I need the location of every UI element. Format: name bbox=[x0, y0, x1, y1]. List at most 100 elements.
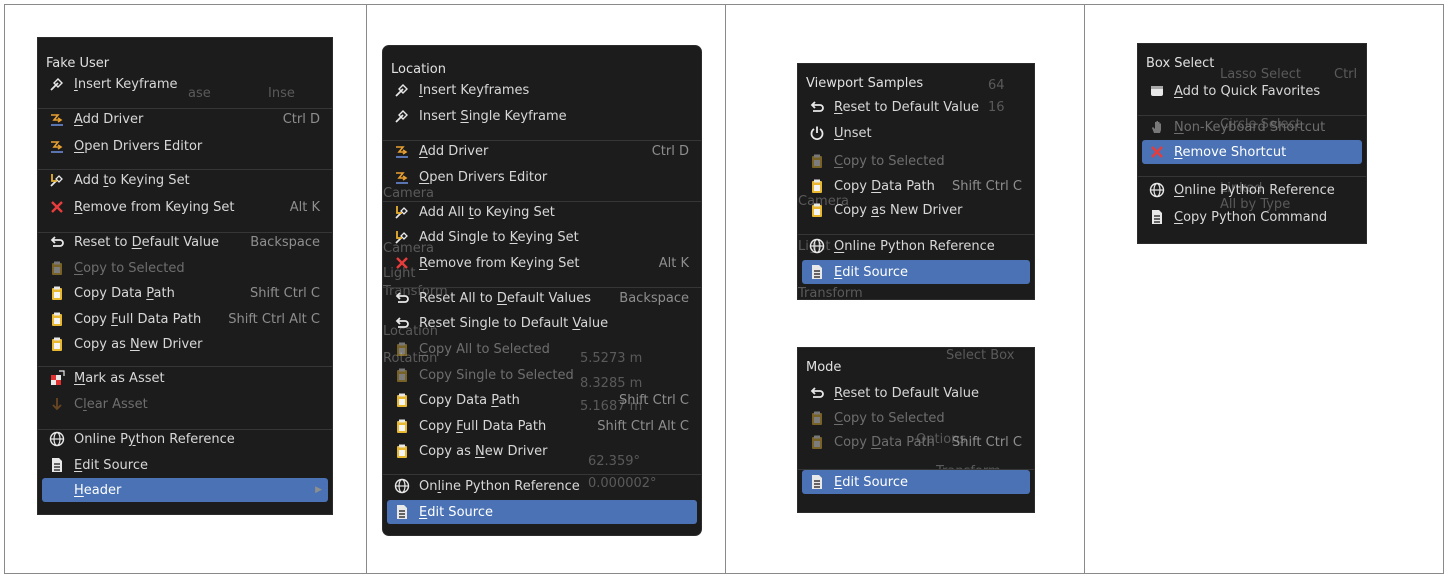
menu-item-open-drivers-editor[interactable]: Open Drivers Editor bbox=[387, 165, 697, 189]
menu-item-copy-to-selected[interactable]: Copy to Selected bbox=[802, 149, 1030, 173]
label-text: Copy as bbox=[74, 336, 130, 352]
menu-item-label: Online Python Reference bbox=[834, 239, 1030, 254]
shortcut-hint: Shift Ctrl C bbox=[618, 392, 689, 408]
label-text: ath bbox=[498, 392, 520, 408]
menu-item-reset-to-default-value[interactable]: Reset to Default Value Backspace bbox=[42, 230, 328, 254]
menu-item-open-drivers-editor[interactable]: Open Drivers Editor bbox=[42, 134, 328, 158]
menu-item-copy-as-new-driver[interactable]: Copy as New Driver bbox=[387, 439, 697, 463]
menu-item-mark-as-asset[interactable]: Mark as Asset bbox=[42, 366, 328, 390]
menu-item-label: Copy as New Driver bbox=[419, 444, 697, 459]
menu-item-add-driver[interactable]: Add Driver Ctrl D bbox=[42, 107, 328, 131]
clipboard-icon bbox=[48, 311, 66, 327]
menu-item-remove-from-keying-set[interactable]: Remove from Keying Set Alt K bbox=[42, 195, 328, 219]
menu-item-remove-from-keying-set[interactable]: Remove from Keying Set Alt K bbox=[387, 251, 697, 275]
label-text: Copy bbox=[419, 418, 457, 434]
menu-item-label: Reset to Default Value bbox=[74, 235, 250, 250]
menu-item-reset-single-to-default-value[interactable]: Reset Single to Default Value bbox=[387, 311, 697, 335]
menu-item-label: Online Python Reference bbox=[419, 479, 697, 494]
menu-item-insert-keyframe[interactable]: Insert Keyframe bbox=[42, 72, 328, 96]
shortcut-hint: Backspace bbox=[619, 290, 689, 306]
clipboard-icon bbox=[393, 341, 411, 357]
menu-item-label: Copy Data Path bbox=[834, 435, 952, 450]
label-mnemonic: O bbox=[419, 169, 430, 185]
menu-item-copy-full-data-path[interactable]: Copy Full Data Path Shift Ctrl Alt C bbox=[42, 307, 328, 331]
label-mnemonic: N bbox=[1174, 119, 1184, 135]
label-text: ew Driver bbox=[484, 443, 548, 459]
label-text: ull Data Path bbox=[117, 311, 202, 327]
menu-item-label: Edit Source bbox=[419, 505, 697, 520]
menu-item-copy-single-to-selected[interactable]: Copy Single to Selected bbox=[387, 363, 697, 387]
label-mnemonic: C bbox=[419, 341, 429, 357]
shortcut-hint: Shift Ctrl Alt C bbox=[597, 418, 689, 434]
remove-x-icon bbox=[393, 255, 411, 271]
menu-item-non-keyboard-shortcut[interactable]: Non-Keyboard Shortcut bbox=[1142, 115, 1362, 139]
menu-item-label: Mark as Asset bbox=[74, 371, 328, 386]
label-text: Reset to bbox=[74, 234, 132, 250]
menu-item-add-all-to-keying-set[interactable]: Add All to Keying Set bbox=[387, 200, 697, 224]
clipboard-icon bbox=[393, 418, 411, 434]
label-mnemonic: N bbox=[129, 336, 140, 352]
menu-item-copy-to-selected[interactable]: Copy to Selected bbox=[42, 256, 328, 280]
menu-item-insert-single-keyframe[interactable]: Insert Single Keyframe bbox=[387, 104, 697, 128]
menu-item-add-driver[interactable]: Add Driver Ctrl D bbox=[387, 139, 697, 163]
label-text: efault Values bbox=[506, 290, 591, 306]
label-mnemonic: U bbox=[834, 125, 844, 141]
menu-item-label: Remove from Keying Set bbox=[419, 256, 659, 271]
text-document-icon bbox=[48, 457, 66, 473]
shortcut-hint: Ctrl D bbox=[282, 111, 320, 127]
menu-item-edit-source[interactable]: Edit Source bbox=[802, 260, 1030, 284]
menu-item-unset[interactable]: Unset bbox=[802, 121, 1030, 145]
menu-item-label: Header bbox=[74, 483, 315, 498]
menu-item-copy-data-path[interactable]: Copy Data Path Shift Ctrl C bbox=[42, 281, 328, 305]
menu-item-online-python-reference[interactable]: Online Python Reference bbox=[387, 474, 697, 498]
label-text: ear Asset bbox=[86, 396, 148, 412]
menu-title: Fake User bbox=[46, 56, 110, 71]
quick-favorites-icon bbox=[1148, 83, 1166, 99]
label-text: nline Python Reference bbox=[844, 238, 995, 254]
menu-item-label: Clear Asset bbox=[74, 397, 328, 412]
menu-item-copy-full-data-path[interactable]: Copy Full Data Path Shift Ctrl Alt C bbox=[387, 414, 697, 438]
menu-item-clear-asset[interactable]: Clear Asset bbox=[42, 392, 328, 416]
clipboard-icon bbox=[48, 285, 66, 301]
menu-item-copy-data-path[interactable]: Copy Data Path Shift Ctrl C bbox=[802, 430, 1030, 454]
driver-icon bbox=[48, 138, 66, 154]
menu-item-add-to-keying-set[interactable]: Add to Keying Set bbox=[42, 168, 328, 192]
menu-item-online-python-reference[interactable]: Online Python Reference bbox=[42, 427, 328, 451]
menu-item-copy-to-selected[interactable]: Copy to Selected bbox=[802, 406, 1030, 430]
menu-item-label: Copy to Selected bbox=[74, 261, 328, 276]
menu-item-edit-source[interactable]: Edit Source bbox=[802, 470, 1030, 494]
menu-title: Box Select bbox=[1146, 56, 1215, 71]
text-document-icon bbox=[393, 504, 411, 520]
menu-item-copy-data-path[interactable]: Copy Data Path Shift Ctrl C bbox=[387, 388, 697, 412]
menu-item-copy-as-new-driver[interactable]: Copy as New Driver bbox=[42, 332, 328, 356]
menu-item-copy-as-new-driver[interactable]: Copy as New Driver bbox=[802, 198, 1030, 222]
label-text: thon Reference bbox=[135, 431, 235, 447]
label-text: nline Python Reference bbox=[1184, 182, 1335, 198]
menu-item-copy-data-path[interactable]: Copy Data Path Shift Ctrl C bbox=[802, 174, 1030, 198]
menu-item-label: Copy Data Path bbox=[419, 393, 619, 408]
context-menu-mode: Select Box Options Transform Mode Reset … bbox=[797, 347, 1035, 513]
menu-item-copy-python-command[interactable]: Copy Python Command bbox=[1142, 205, 1362, 229]
menu-item-reset-to-default-value[interactable]: Reset to Default Value bbox=[802, 381, 1030, 405]
menu-item-online-python-reference[interactable]: Online Python Reference bbox=[1142, 178, 1362, 202]
menu-item-add-to-quick-favorites[interactable]: Add to Quick Favorites bbox=[1142, 79, 1362, 103]
clipboard-icon bbox=[808, 410, 826, 426]
label-text: Reset All to bbox=[419, 290, 497, 306]
background-ghost-text: Select Box bbox=[946, 348, 1015, 363]
menu-item-copy-all-to-selected[interactable]: Copy All to Selected bbox=[387, 337, 697, 361]
label-text: Copy bbox=[834, 202, 872, 218]
menu-item-label: Copy to Selected bbox=[834, 154, 1030, 169]
menu-item-edit-source[interactable]: Edit Source bbox=[42, 453, 328, 477]
menu-item-online-python-reference[interactable]: Online Python Reference bbox=[802, 234, 1030, 258]
label-mnemonic: a bbox=[871, 202, 880, 218]
menu-item-add-single-to-keying-set[interactable]: Add Single to Keying Set bbox=[387, 225, 697, 249]
menu-item-reset-all-to-default-values[interactable]: Reset All to Default Values Backspace bbox=[387, 286, 697, 310]
menu-item-reset-to-default-value[interactable]: Reset to Default Value bbox=[802, 95, 1030, 119]
label-mnemonic: C bbox=[1174, 209, 1184, 225]
menu-item-edit-source[interactable]: Edit Source bbox=[387, 500, 697, 524]
menu-item-remove-shortcut[interactable]: Remove Shortcut bbox=[1142, 140, 1362, 164]
menu-item-header[interactable]: Header ▶ bbox=[42, 478, 328, 502]
menu-item-insert-keyframes[interactable]: Insert Keyframes bbox=[387, 78, 697, 102]
menu-item-label: Copy Full Data Path bbox=[419, 419, 597, 434]
label-text: opy to Selected bbox=[843, 153, 945, 169]
